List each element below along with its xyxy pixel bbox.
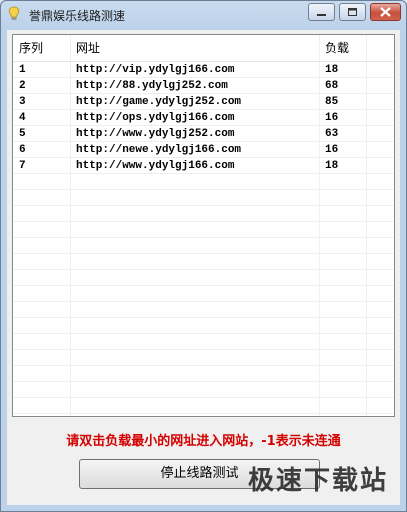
maximize-button[interactable] bbox=[339, 3, 366, 21]
lightbulb-icon bbox=[8, 6, 20, 20]
column-header-load[interactable]: 负载 bbox=[319, 35, 366, 61]
column-header-url[interactable]: 网址 bbox=[70, 35, 319, 61]
table-row[interactable]: 7 http://www.ydylgj166.com 18 bbox=[13, 158, 394, 174]
row-index: 4 bbox=[19, 112, 26, 124]
minimize-icon bbox=[317, 14, 326, 16]
grid-line bbox=[13, 269, 394, 270]
watermark-text: 极速下载站 bbox=[247, 466, 388, 496]
row-load: 16 bbox=[325, 144, 339, 156]
row-index: 3 bbox=[19, 96, 26, 108]
title-bar[interactable]: 誉鼎娱乐线路测速 bbox=[1, 1, 406, 29]
grid-line bbox=[13, 221, 394, 222]
row-load: 18 bbox=[325, 160, 339, 172]
close-button[interactable] bbox=[370, 3, 401, 21]
list-header: 序列 网址 负载 bbox=[13, 35, 394, 62]
grid-line bbox=[13, 381, 394, 382]
row-index: 7 bbox=[19, 160, 26, 172]
app-window: 誉鼎娱乐线路测速 序列 网址 负载 1 http://vip.ydylgj166.… bbox=[0, 0, 407, 512]
grid-line bbox=[13, 253, 394, 254]
row-url: http://vip.ydylgj166.com bbox=[76, 64, 235, 76]
maximize-icon bbox=[348, 8, 357, 16]
table-row[interactable]: 5 http://www.ydylgj252.com 63 bbox=[13, 126, 394, 142]
grid-line bbox=[13, 365, 394, 366]
close-icon bbox=[380, 7, 391, 17]
table-row[interactable]: 1 http://vip.ydylgj166.com 18 bbox=[13, 62, 394, 78]
minimize-button[interactable] bbox=[308, 3, 335, 21]
column-header-index[interactable]: 序列 bbox=[13, 35, 70, 61]
grid-line bbox=[13, 237, 394, 238]
row-url: http://ops.ydylgj166.com bbox=[76, 112, 235, 124]
row-url: http://newe.ydylgj166.com bbox=[76, 144, 242, 156]
row-url: http://www.ydylgj166.com bbox=[76, 160, 235, 172]
row-load: 68 bbox=[325, 80, 339, 92]
grid-line bbox=[13, 349, 394, 350]
row-index: 5 bbox=[19, 128, 26, 140]
grid-line bbox=[13, 413, 394, 414]
instruction-text: 请双击负载最小的网址进入网站，-1表示未连通 bbox=[66, 434, 341, 449]
grid-line bbox=[13, 205, 394, 206]
row-url: http://game.ydylgj252.com bbox=[76, 96, 242, 108]
table-row[interactable]: 4 http://ops.ydylgj166.com 16 bbox=[13, 110, 394, 126]
route-list[interactable]: 序列 网址 负载 1 http://vip.ydylgj166.com 18 2 htt… bbox=[12, 34, 395, 417]
table-row[interactable]: 6 http://newe.ydylgj166.com 16 bbox=[13, 142, 394, 158]
grid-line bbox=[13, 397, 394, 398]
window-title: 誉鼎娱乐线路测速 bbox=[29, 9, 126, 23]
row-load: 18 bbox=[325, 64, 339, 76]
grid-line bbox=[13, 189, 394, 190]
row-index: 1 bbox=[19, 64, 26, 76]
row-load: 16 bbox=[325, 112, 339, 124]
row-url: http://www.ydylgj252.com bbox=[76, 128, 235, 140]
row-load: 63 bbox=[325, 128, 339, 140]
row-index: 6 bbox=[19, 144, 26, 156]
row-index: 2 bbox=[19, 80, 26, 92]
grid-line bbox=[13, 285, 394, 286]
client-area: 序列 网址 负载 1 http://vip.ydylgj166.com 18 2 htt… bbox=[7, 30, 400, 505]
table-row[interactable]: 2 http://88.ydylgj252.com 68 bbox=[13, 78, 394, 94]
row-url: http://88.ydylgj252.com bbox=[76, 80, 228, 92]
grid-line bbox=[13, 317, 394, 318]
grid-line bbox=[13, 301, 394, 302]
table-row[interactable]: 3 http://game.ydylgj252.com 85 bbox=[13, 94, 394, 110]
row-load: 85 bbox=[325, 96, 339, 108]
grid-line bbox=[13, 333, 394, 334]
